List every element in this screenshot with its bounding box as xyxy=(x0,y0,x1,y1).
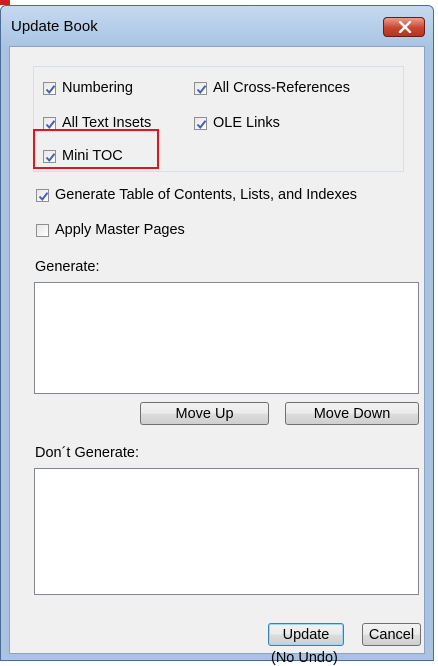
apply-master-pages-label: Apply Master Pages xyxy=(55,222,185,238)
checkbox-box xyxy=(43,81,56,95)
checkbox-box xyxy=(36,223,49,237)
close-x-icon xyxy=(398,21,412,33)
checkmark-icon xyxy=(45,119,56,129)
checkbox-box xyxy=(43,116,56,130)
no-undo-note: (No Undo) xyxy=(271,650,338,666)
checkmark-icon xyxy=(45,84,56,94)
numbering-label: Numbering xyxy=(62,80,133,96)
checkbox-box xyxy=(194,116,207,130)
generate-toc-checkbox[interactable]: Generate Table of Contents, Lists, and I… xyxy=(36,187,357,203)
dialog-title: Update Book xyxy=(11,18,98,35)
all-cross-references-label: All Cross-References xyxy=(213,80,350,96)
mini-toc-highlight xyxy=(33,129,159,169)
dialog-window: Update Book Numbering All Cross-Referenc… xyxy=(0,5,434,666)
ole-links-label: OLE Links xyxy=(213,115,280,131)
update-button[interactable]: Update xyxy=(268,623,344,646)
ole-links-checkbox[interactable]: OLE Links xyxy=(194,115,280,131)
checkbox-box xyxy=(194,81,207,95)
move-down-button[interactable]: Move Down xyxy=(285,402,419,425)
checkbox-box xyxy=(36,188,49,202)
cancel-button[interactable]: Cancel xyxy=(362,623,421,646)
title-bar[interactable]: Update Book xyxy=(1,6,433,46)
checkmark-icon xyxy=(196,119,207,129)
generate-label: Generate: xyxy=(35,259,100,275)
generate-listbox[interactable] xyxy=(34,282,419,394)
close-button[interactable] xyxy=(383,17,425,37)
all-cross-references-checkbox[interactable]: All Cross-References xyxy=(194,80,350,96)
generate-toc-label: Generate Table of Contents, Lists, and I… xyxy=(55,187,358,203)
checkmark-icon xyxy=(196,84,207,94)
checkmark-icon xyxy=(38,191,49,201)
numbering-checkbox[interactable]: Numbering xyxy=(43,80,133,96)
move-up-button[interactable]: Move Up xyxy=(140,402,269,425)
apply-master-pages-checkbox[interactable]: Apply Master Pages xyxy=(36,222,185,238)
dont-generate-label: Don´t Generate: xyxy=(35,445,139,461)
dont-generate-listbox[interactable] xyxy=(34,468,419,595)
